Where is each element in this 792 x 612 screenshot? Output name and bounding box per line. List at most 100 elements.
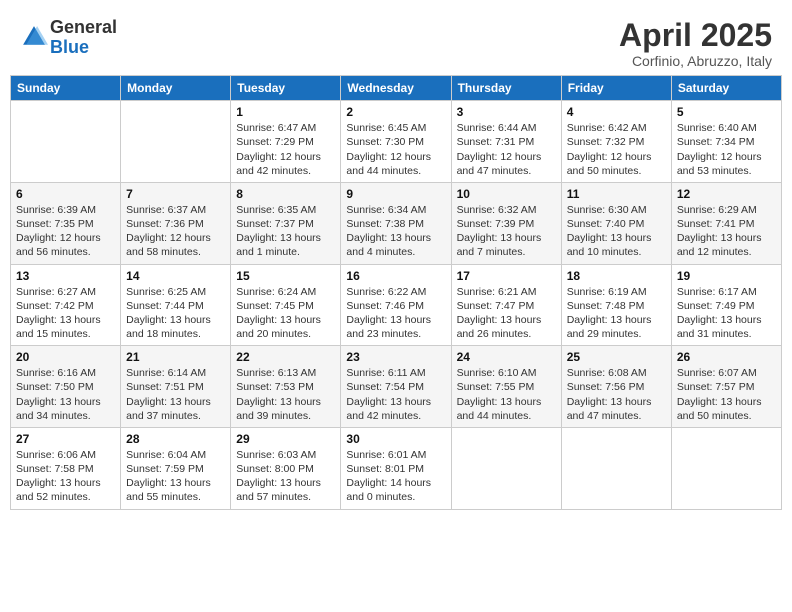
calendar-week-row: 27 Sunrise: 6:06 AMSunset: 7:58 PMDayligh… [11,427,782,509]
day-number: 6 [16,187,115,201]
day-info: Sunrise: 6:04 AMSunset: 7:59 PMDaylight:… [126,448,225,505]
day-number: 30 [346,432,445,446]
day-info: Sunrise: 6:10 AMSunset: 7:55 PMDaylight:… [457,366,556,423]
calendar-cell: 19Sunrise: 6:17 AMSunset: 7:49 PMDayligh… [671,264,781,346]
day-number: 12 [677,187,776,201]
day-header: Monday [121,76,231,101]
day-number: 29 [236,432,335,446]
logo-blue: Blue [50,38,117,58]
day-number: 18 [567,269,666,283]
day-number: 14 [126,269,225,283]
day-info: Sunrise: 6:47 AMSunset: 7:29 PMDaylight:… [236,121,335,178]
calendar-cell: 6 Sunrise: 6:39 AMSunset: 7:35 PMDaylight… [11,182,121,264]
day-info: Sunrise: 6:25 AMSunset: 7:44 PMDaylight:… [126,285,225,342]
day-number: 11 [567,187,666,201]
day-info: Sunrise: 6:03 AMSunset: 8:00 PMDaylight:… [236,448,335,505]
day-number: 26 [677,350,776,364]
day-info: Sunrise: 6:19 AMSunset: 7:48 PMDaylight:… [567,285,666,342]
day-number: 27 [16,432,115,446]
main-title: April 2025 [619,18,772,53]
day-info: Sunrise: 6:45 AMSunset: 7:30 PMDaylight:… [346,121,445,178]
calendar-cell: 11Sunrise: 6:30 AMSunset: 7:40 PMDayligh… [561,182,671,264]
calendar-week-row: 6 Sunrise: 6:39 AMSunset: 7:35 PMDaylight… [11,182,782,264]
day-info: Sunrise: 6:21 AMSunset: 7:47 PMDaylight:… [457,285,556,342]
title-block: April 2025 Corfinio, Abruzzo, Italy [619,18,772,69]
day-number: 9 [346,187,445,201]
day-header: Wednesday [341,76,451,101]
day-number: 2 [346,105,445,119]
day-number: 13 [16,269,115,283]
subtitle: Corfinio, Abruzzo, Italy [619,53,772,69]
calendar-cell: 2 Sunrise: 6:45 AMSunset: 7:30 PMDaylight… [341,101,451,183]
calendar-cell [671,427,781,509]
day-number: 16 [346,269,445,283]
calendar-cell: 26 Sunrise: 6:07 AMSunset: 7:57 PMDayligh… [671,346,781,428]
day-number: 20 [16,350,115,364]
calendar-cell: 25 Sunrise: 6:08 AMSunset: 7:56 PMDayligh… [561,346,671,428]
day-info: Sunrise: 6:06 AMSunset: 7:58 PMDaylight:… [16,448,115,505]
calendar-cell [561,427,671,509]
page-header: General Blue April 2025 Corfinio, Abruzz… [10,10,782,75]
calendar-cell: 8 Sunrise: 6:35 AMSunset: 7:37 PMDaylight… [231,182,341,264]
calendar-cell: 7 Sunrise: 6:37 AMSunset: 7:36 PMDaylight… [121,182,231,264]
day-info: Sunrise: 6:39 AMSunset: 7:35 PMDaylight:… [16,203,115,260]
day-info: Sunrise: 6:37 AMSunset: 7:36 PMDaylight:… [126,203,225,260]
calendar-cell: 13 Sunrise: 6:27 AMSunset: 7:42 PMDayligh… [11,264,121,346]
logo-text: General Blue [50,18,117,58]
calendar-cell: 18 Sunrise: 6:19 AMSunset: 7:48 PMDayligh… [561,264,671,346]
calendar-cell: 5 Sunrise: 6:40 AMSunset: 7:34 PMDaylight… [671,101,781,183]
calendar-cell: 29 Sunrise: 6:03 AMSunset: 8:00 PMDayligh… [231,427,341,509]
day-info: Sunrise: 6:35 AMSunset: 7:37 PMDaylight:… [236,203,335,260]
calendar-cell: 3Sunrise: 6:44 AMSunset: 7:31 PMDaylight… [451,101,561,183]
day-info: Sunrise: 6:40 AMSunset: 7:34 PMDaylight:… [677,121,776,178]
day-info: Sunrise: 6:32 AMSunset: 7:39 PMDaylight:… [457,203,556,260]
calendar-cell: 22 Sunrise: 6:13 AMSunset: 7:53 PMDayligh… [231,346,341,428]
day-info: Sunrise: 6:14 AMSunset: 7:51 PMDaylight:… [126,366,225,423]
calendar-cell [11,101,121,183]
day-number: 25 [567,350,666,364]
day-info: Sunrise: 6:22 AMSunset: 7:46 PMDaylight:… [346,285,445,342]
day-number: 15 [236,269,335,283]
calendar-week-row: 13 Sunrise: 6:27 AMSunset: 7:42 PMDayligh… [11,264,782,346]
day-info: Sunrise: 6:44 AMSunset: 7:31 PMDaylight:… [457,121,556,178]
calendar-cell [121,101,231,183]
logo-icon [20,23,48,51]
day-info: Sunrise: 6:16 AMSunset: 7:50 PMDaylight:… [16,366,115,423]
calendar-cell: 28 Sunrise: 6:04 AMSunset: 7:59 PMDayligh… [121,427,231,509]
day-number: 22 [236,350,335,364]
day-info: Sunrise: 6:11 AMSunset: 7:54 PMDaylight:… [346,366,445,423]
calendar-cell [451,427,561,509]
calendar-week-row: 20 Sunrise: 6:16 AMSunset: 7:50 PMDayligh… [11,346,782,428]
calendar-week-row: 1 Sunrise: 6:47 AMSunset: 7:29 PMDaylight… [11,101,782,183]
day-number: 7 [126,187,225,201]
day-info: Sunrise: 6:01 AMSunset: 8:01 PMDaylight:… [346,448,445,505]
day-info: Sunrise: 6:07 AMSunset: 7:57 PMDaylight:… [677,366,776,423]
logo: General Blue [20,18,117,58]
calendar-cell: 15Sunrise: 6:24 AMSunset: 7:45 PMDayligh… [231,264,341,346]
calendar-cell: 21 Sunrise: 6:14 AMSunset: 7:51 PMDayligh… [121,346,231,428]
logo-general: General [50,18,117,38]
day-header: Friday [561,76,671,101]
day-number: 8 [236,187,335,201]
calendar-cell: 4Sunrise: 6:42 AMSunset: 7:32 PMDaylight… [561,101,671,183]
day-header: Tuesday [231,76,341,101]
calendar-cell: 20 Sunrise: 6:16 AMSunset: 7:50 PMDayligh… [11,346,121,428]
calendar-cell: 10Sunrise: 6:32 AMSunset: 7:39 PMDayligh… [451,182,561,264]
calendar-cell: 17Sunrise: 6:21 AMSunset: 7:47 PMDayligh… [451,264,561,346]
day-info: Sunrise: 6:34 AMSunset: 7:38 PMDaylight:… [346,203,445,260]
calendar-cell: 9 Sunrise: 6:34 AMSunset: 7:38 PMDaylight… [341,182,451,264]
day-info: Sunrise: 6:27 AMSunset: 7:42 PMDaylight:… [16,285,115,342]
day-number: 21 [126,350,225,364]
calendar-header-row: SundayMondayTuesdayWednesdayThursdayFrid… [11,76,782,101]
day-header: Saturday [671,76,781,101]
day-info: Sunrise: 6:08 AMSunset: 7:56 PMDaylight:… [567,366,666,423]
day-number: 1 [236,105,335,119]
day-info: Sunrise: 6:13 AMSunset: 7:53 PMDaylight:… [236,366,335,423]
day-number: 5 [677,105,776,119]
day-number: 4 [567,105,666,119]
day-number: 28 [126,432,225,446]
calendar-cell: 27 Sunrise: 6:06 AMSunset: 7:58 PMDayligh… [11,427,121,509]
calendar-cell: 12Sunrise: 6:29 AMSunset: 7:41 PMDayligh… [671,182,781,264]
day-header: Thursday [451,76,561,101]
calendar-cell: 16 Sunrise: 6:22 AMSunset: 7:46 PMDayligh… [341,264,451,346]
